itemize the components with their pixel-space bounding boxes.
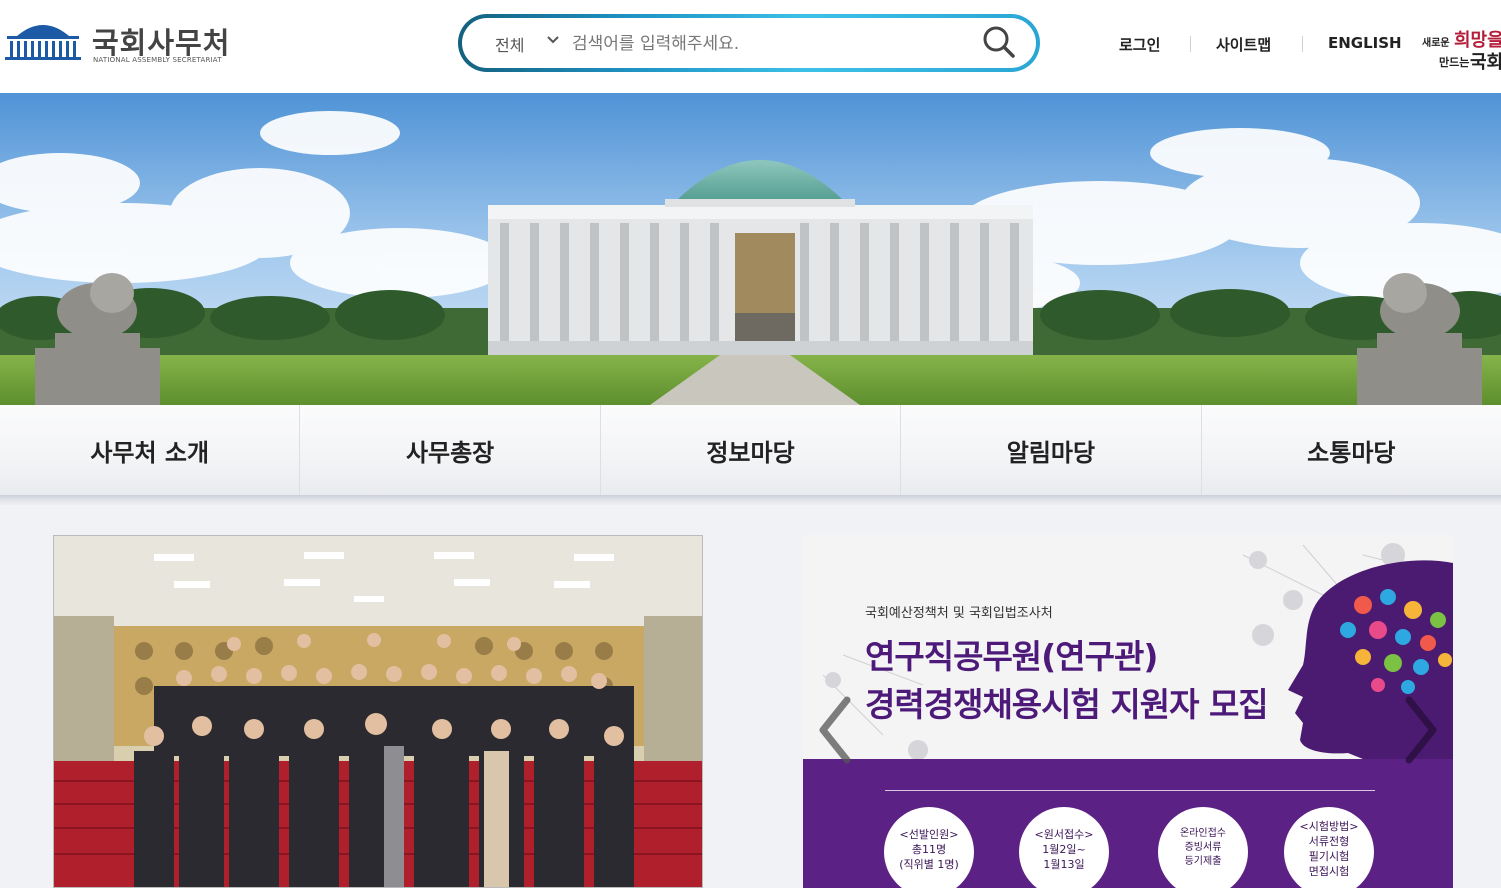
divider <box>1302 36 1303 52</box>
login-link[interactable]: 로그인 <box>1119 34 1160 55</box>
circle-line: 면접시험 <box>1308 865 1350 878</box>
banner-title-line2: 경력경쟁채용시험 지원자 모집 <box>865 685 1269 724</box>
group-photo-image <box>54 536 702 887</box>
assembly-logo-icon <box>5 25 81 60</box>
chevron-right-icon[interactable] <box>1401 695 1441 765</box>
banner-organization: 국회예산정책처 및 국회입법조사처 <box>865 606 1053 621</box>
main-navigation: 사무처 소개 사무총장 정보마당 알림마당 소통마당 <box>0 405 1501 495</box>
hero-image-assembly-building <box>0 93 1501 405</box>
nav-item-information[interactable]: 정보마당 <box>601 405 902 495</box>
info-circle-selection: <선발인원> 총11명 (직위별 1명) <box>884 807 974 888</box>
circle-line: 1월2일~ <box>1042 843 1086 856</box>
chevron-left-icon[interactable] <box>815 695 855 765</box>
banner-divider <box>885 790 1375 791</box>
circle-line: <원서접수> <box>1034 828 1094 841</box>
info-circle-application: <원서접수> 1월2일~ 1월13일 <box>1019 807 1109 888</box>
slogan-emphasis: 국회 <box>1470 52 1501 73</box>
info-circle-submission: 온라인접수 증빙서류 등기제출 <box>1158 807 1248 888</box>
site-logo[interactable]: 국회사무처 NATIONAL ASSEMBLY SECRETARIAT <box>3 16 233 66</box>
nav-item-communication[interactable]: 소통마당 <box>1202 405 1501 495</box>
nav-item-secretary-general[interactable]: 사무총장 <box>300 405 601 495</box>
circle-line: 필기시험 <box>1308 850 1350 863</box>
circle-line: <시험방법> <box>1299 820 1359 833</box>
site-header: 국회사무처 NATIONAL ASSEMBLY SECRETARIAT 전체 로… <box>0 0 1501 93</box>
circle-line: <선발인원> <box>899 828 959 841</box>
divider <box>1190 36 1191 52</box>
info-circle-exam-method: <시험방법> 서류전형 필기시험 면접시험 <box>1284 807 1374 888</box>
hero-illustration <box>0 93 1501 405</box>
circle-line: 등기제출 <box>1184 856 1222 867</box>
circle-line: 총11명 <box>911 843 947 856</box>
circle-line: 온라인접수 <box>1180 828 1226 839</box>
search-box: 전체 <box>462 18 1036 68</box>
slogan-text: 새로운 <box>1422 38 1450 49</box>
search-category-select[interactable]: 전체 <box>495 32 524 56</box>
nav-item-notices[interactable]: 알림마당 <box>901 405 1202 495</box>
search-input[interactable] <box>570 26 964 62</box>
sitemap-link[interactable]: 사이트맵 <box>1216 34 1271 55</box>
nav-shadow <box>0 495 1501 505</box>
recruitment-banner[interactable]: 국회예산정책처 및 국회입법조사처 연구직공무원(연구관) 경력경쟁채용시험 지… <box>803 535 1453 888</box>
circle-line: (직위별 1명) <box>899 858 959 871</box>
nav-item-about[interactable]: 사무처 소개 <box>0 405 301 495</box>
english-link[interactable]: ENGLISH <box>1328 34 1402 52</box>
logo-subtitle: NATIONAL ASSEMBLY SECRETARIAT <box>93 56 222 64</box>
slogan-text: 만드는 <box>1439 56 1470 69</box>
slogan-logo: 새로운 희망을 만드는 국회 <box>1419 26 1501 76</box>
search-button[interactable] <box>974 22 1024 64</box>
search-bar: 전체 <box>458 14 1040 72</box>
banner-top: 국회예산정책처 및 국회입법조사처 연구직공무원(연구관) 경력경쟁채용시험 지… <box>803 535 1453 759</box>
search-icon <box>983 26 1015 58</box>
banner-title-line1: 연구직공무원(연구관) <box>865 637 1158 676</box>
chevron-down-icon[interactable] <box>546 33 560 47</box>
news-photo-card[interactable] <box>53 535 703 888</box>
circle-line: 서류전형 <box>1308 835 1350 848</box>
circle-line: 증빙서류 <box>1184 842 1222 853</box>
circle-line: 1월13일 <box>1043 858 1085 871</box>
